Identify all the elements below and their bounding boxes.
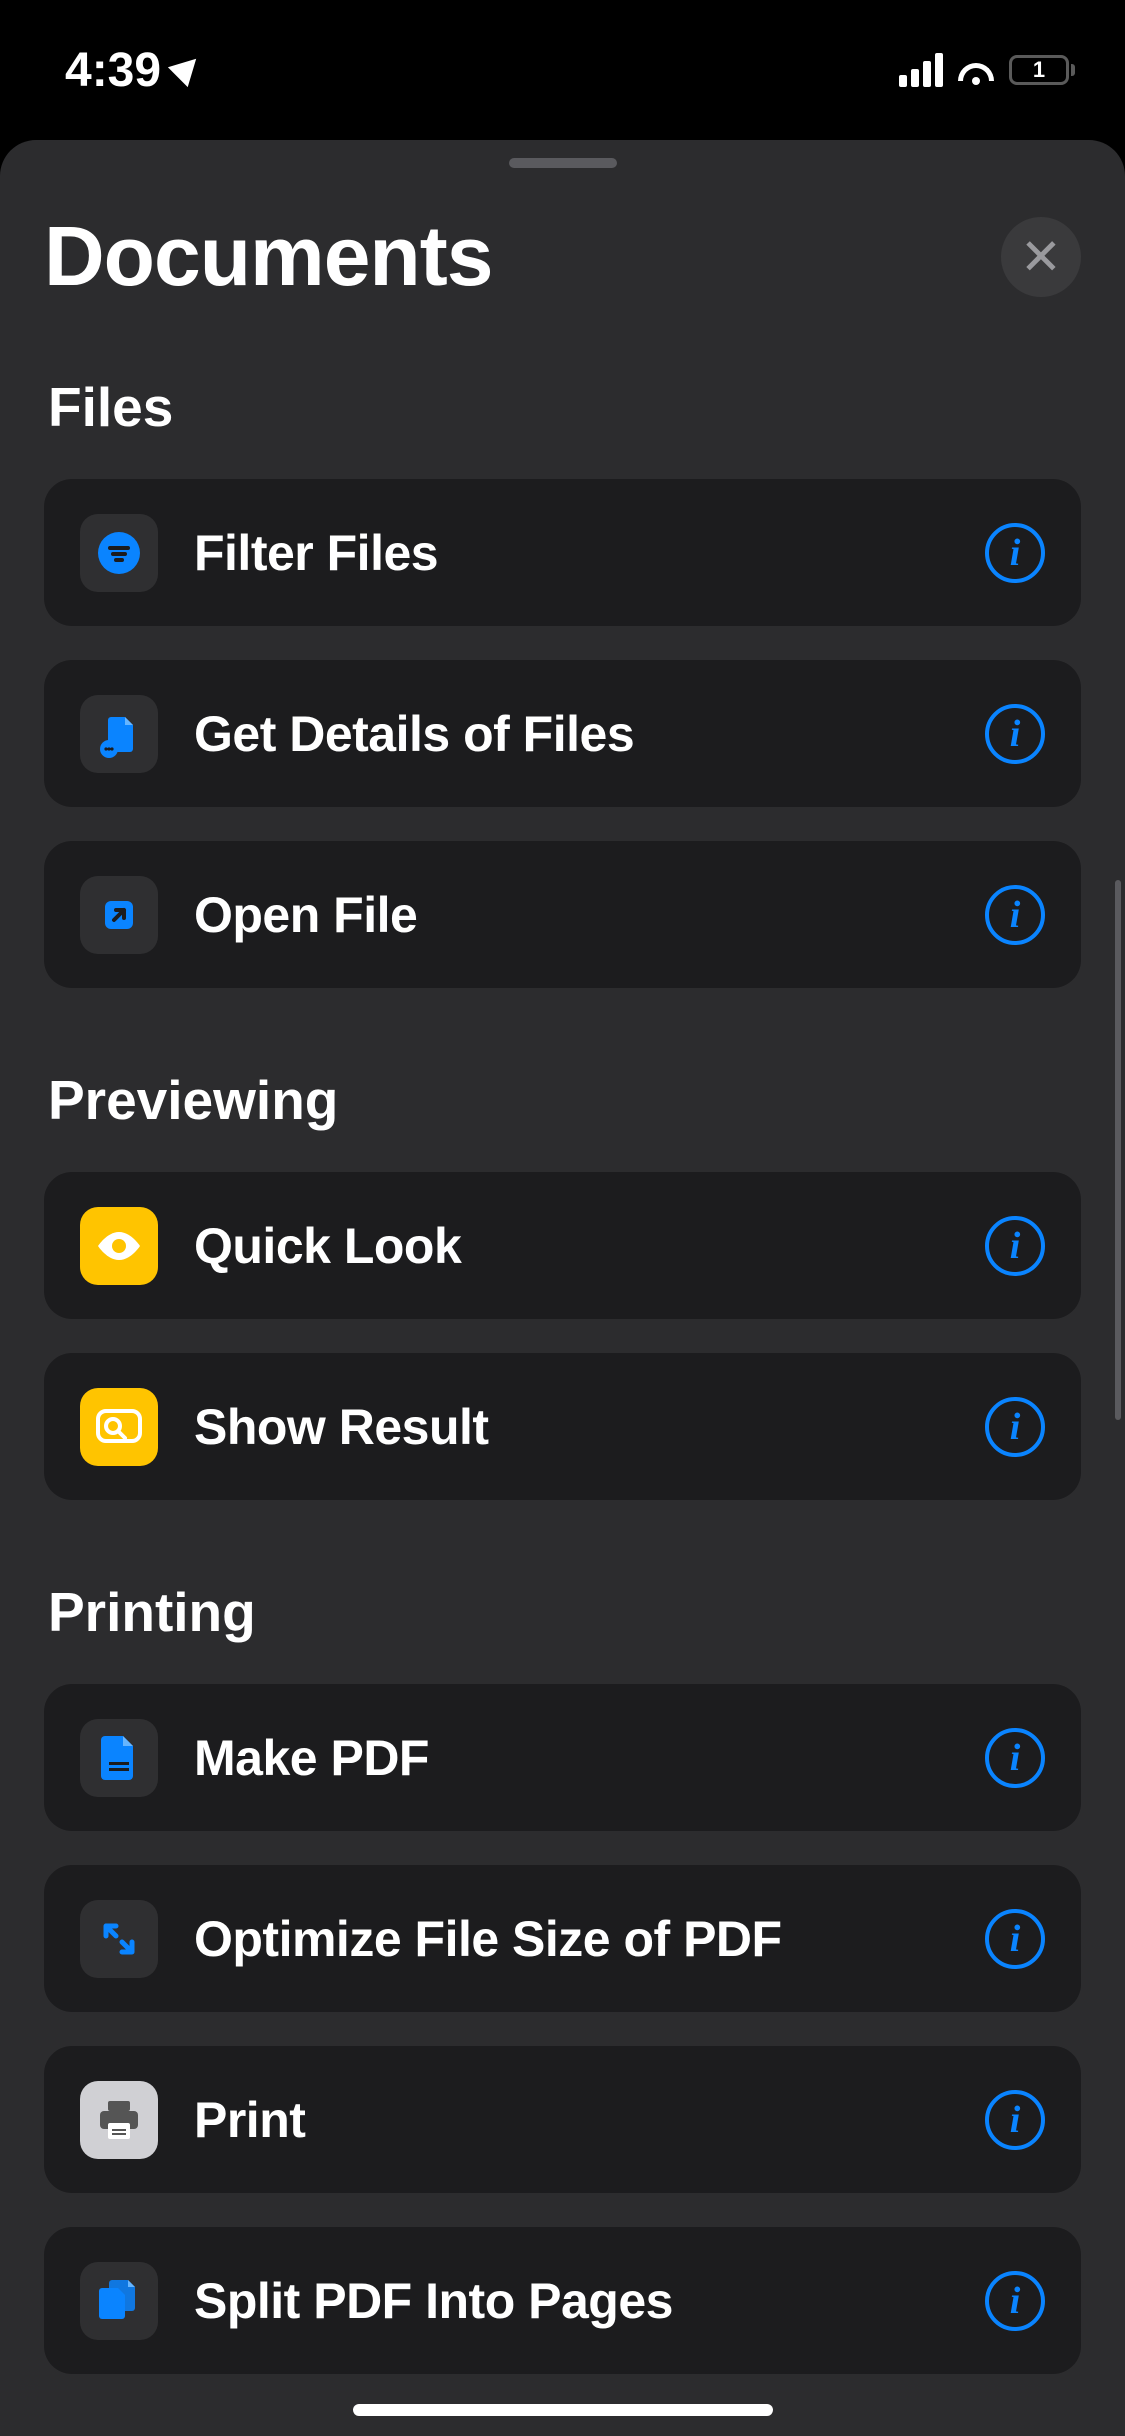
section-title-printing: Printing — [48, 1580, 1081, 1644]
scrollbar[interactable] — [1115, 880, 1121, 1420]
action-quick-look[interactable]: Quick Look i — [44, 1172, 1081, 1319]
battery-icon: 1 — [1009, 55, 1075, 85]
home-indicator[interactable] — [353, 2404, 773, 2416]
show-result-icon — [80, 1388, 158, 1466]
info-button[interactable]: i — [985, 1397, 1045, 1457]
sheet: Documents ✕ Files Filter Files i Get Det… — [0, 140, 1125, 2436]
info-icon: i — [1010, 1224, 1021, 1268]
row-label: Optimize File Size of PDF — [194, 1910, 985, 1968]
info-button[interactable]: i — [985, 1216, 1045, 1276]
info-icon: i — [1010, 1736, 1021, 1780]
make-pdf-icon — [80, 1719, 158, 1797]
info-button[interactable]: i — [985, 523, 1045, 583]
section-files: Files Filter Files i Get Details of File… — [44, 375, 1081, 988]
row-label: Split PDF Into Pages — [194, 2272, 985, 2330]
info-icon: i — [1010, 893, 1021, 937]
info-button[interactable]: i — [985, 885, 1045, 945]
info-icon: i — [1010, 2279, 1021, 2323]
page-title: Documents — [44, 208, 492, 305]
location-icon — [168, 49, 206, 87]
battery-text: 1 — [1012, 58, 1066, 82]
row-label: Print — [194, 2091, 985, 2149]
action-print[interactable]: Print i — [44, 2046, 1081, 2193]
row-label: Make PDF — [194, 1729, 985, 1787]
row-label: Show Result — [194, 1398, 985, 1456]
status-time: 4:39 — [65, 43, 161, 98]
sheet-grabber[interactable] — [509, 158, 617, 168]
section-printing: Printing Make PDF i Optimize File Size o… — [44, 1580, 1081, 2374]
info-icon: i — [1010, 531, 1021, 575]
section-previewing: Previewing Quick Look i Show Result i — [44, 1068, 1081, 1500]
status-right: 1 — [899, 53, 1075, 87]
info-icon: i — [1010, 2098, 1021, 2142]
section-title-files: Files — [48, 375, 1081, 439]
split-pdf-icon — [80, 2262, 158, 2340]
info-button[interactable]: i — [985, 704, 1045, 764]
action-open-file[interactable]: Open File i — [44, 841, 1081, 988]
info-button[interactable]: i — [985, 2090, 1045, 2150]
row-label: Filter Files — [194, 524, 985, 582]
row-label: Open File — [194, 886, 985, 944]
info-icon: i — [1010, 1917, 1021, 1961]
optimize-pdf-icon — [80, 1900, 158, 1978]
action-filter-files[interactable]: Filter Files i — [44, 479, 1081, 626]
action-split-pdf-into-pages[interactable]: Split PDF Into Pages i — [44, 2227, 1081, 2374]
close-icon: ✕ — [1020, 232, 1062, 282]
open-file-icon — [80, 876, 158, 954]
info-icon: i — [1010, 712, 1021, 756]
cellular-icon — [899, 53, 943, 87]
close-button[interactable]: ✕ — [1001, 217, 1081, 297]
quick-look-icon — [80, 1207, 158, 1285]
info-button[interactable]: i — [985, 2271, 1045, 2331]
row-label: Get Details of Files — [194, 705, 985, 763]
info-icon: i — [1010, 1405, 1021, 1449]
info-button[interactable]: i — [985, 1909, 1045, 1969]
print-icon — [80, 2081, 158, 2159]
sheet-header: Documents ✕ — [44, 208, 1081, 305]
action-make-pdf[interactable]: Make PDF i — [44, 1684, 1081, 1831]
info-button[interactable]: i — [985, 1728, 1045, 1788]
wifi-icon — [957, 55, 995, 85]
status-left: 4:39 — [65, 43, 201, 98]
action-optimize-file-size-pdf[interactable]: Optimize File Size of PDF i — [44, 1865, 1081, 2012]
action-get-details-of-files[interactable]: Get Details of Files i — [44, 660, 1081, 807]
section-title-previewing: Previewing — [48, 1068, 1081, 1132]
action-show-result[interactable]: Show Result i — [44, 1353, 1081, 1500]
file-details-icon — [80, 695, 158, 773]
status-bar: 4:39 1 — [0, 0, 1125, 140]
row-label: Quick Look — [194, 1217, 985, 1275]
filter-icon — [80, 514, 158, 592]
